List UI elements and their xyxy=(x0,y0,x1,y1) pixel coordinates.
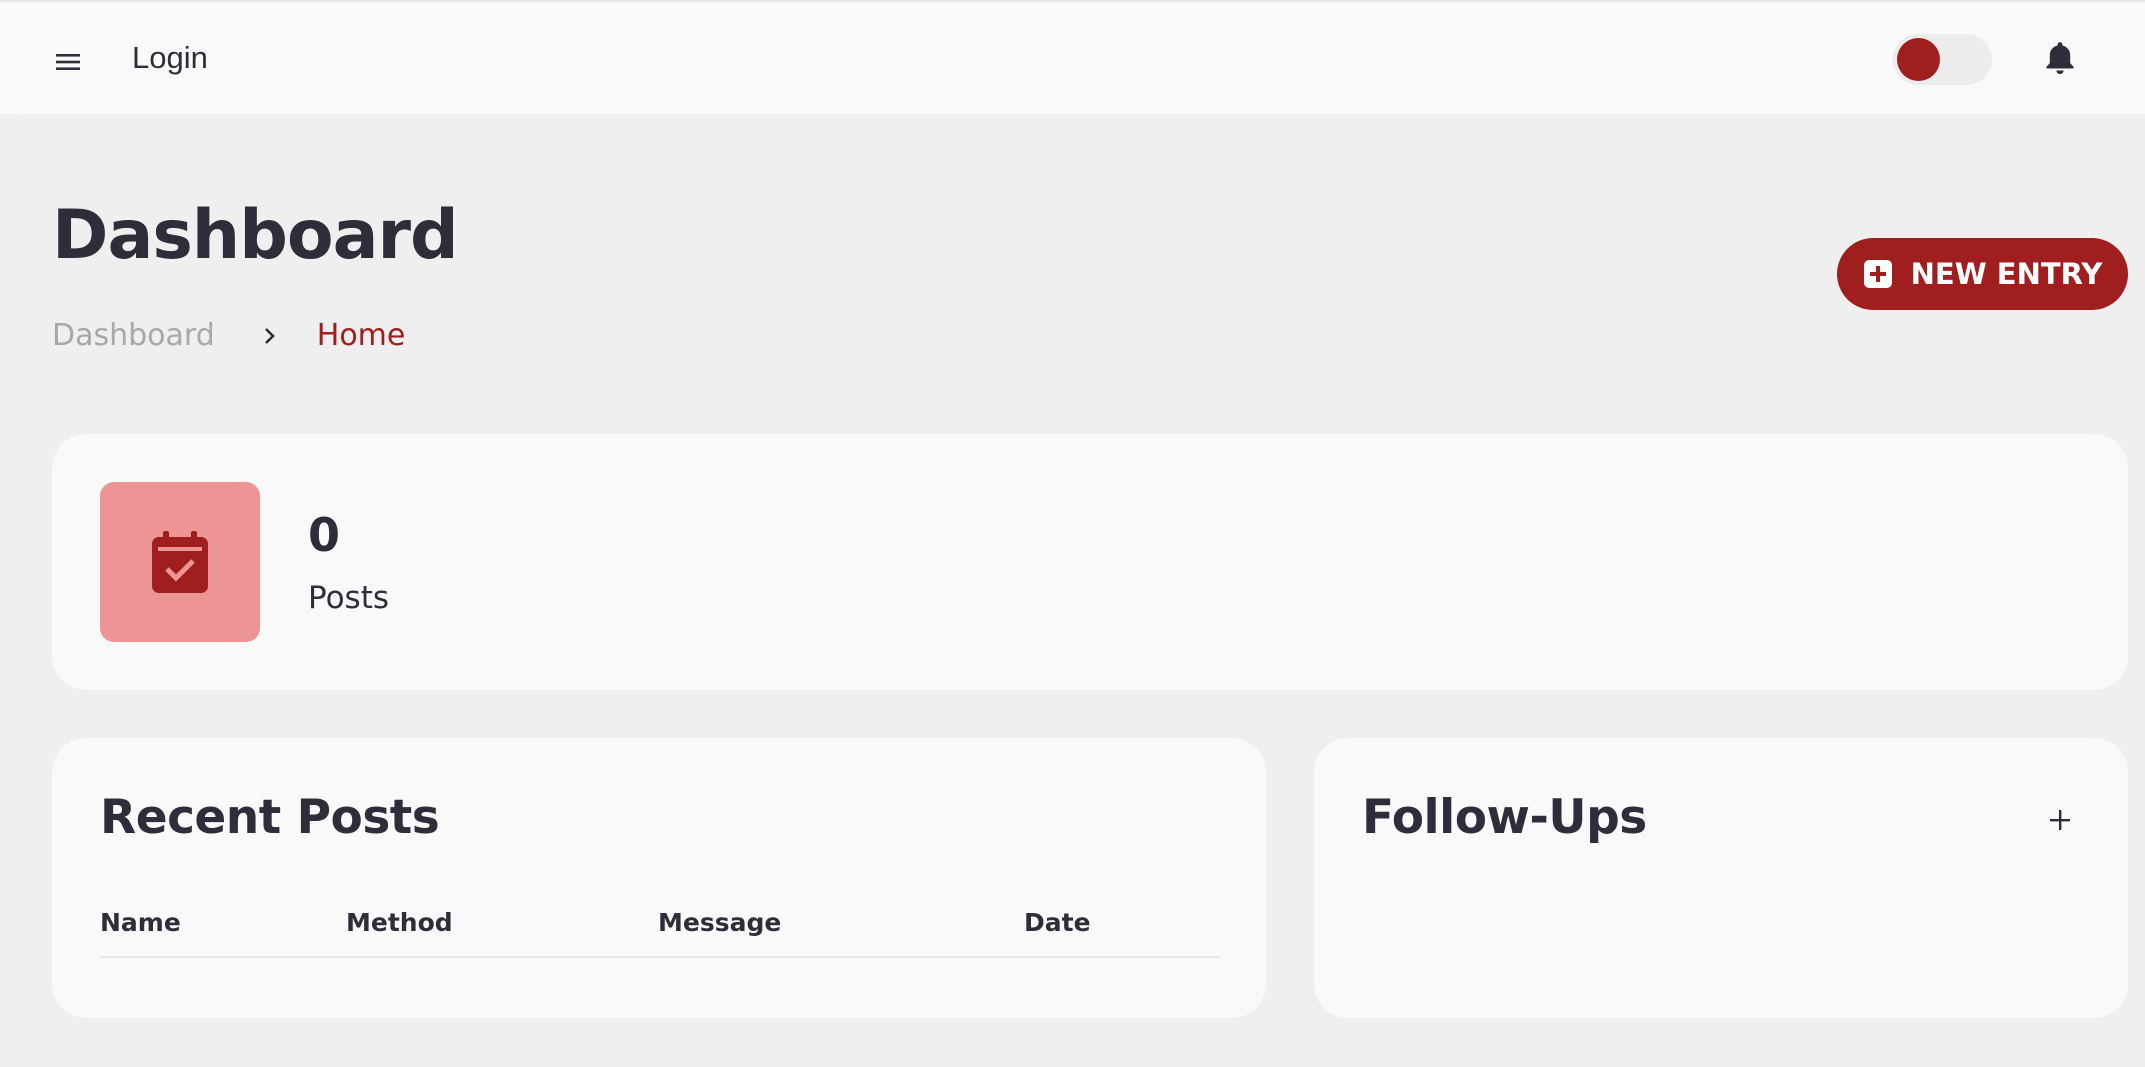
recent-posts-table-header: Name Method Message Date xyxy=(100,908,1220,958)
recent-posts-card: Recent Posts Name Method Message Date xyxy=(52,738,1266,1018)
top-bar: Login xyxy=(0,0,2145,114)
notifications-button[interactable] xyxy=(2042,38,2078,78)
add-follow-up-button[interactable] xyxy=(2042,802,2078,838)
plus-square-icon xyxy=(1863,260,1892,288)
breadcrumb-current: Home xyxy=(316,318,406,353)
bell-icon xyxy=(2046,42,2074,75)
recent-posts-title: Recent Posts xyxy=(100,790,440,845)
column-header-method[interactable]: Method xyxy=(346,908,453,937)
breadcrumb-separator xyxy=(263,326,277,346)
toggle-knob xyxy=(1897,38,1940,81)
theme-toggle[interactable] xyxy=(1893,34,1992,85)
follow-ups-title: Follow-Ups xyxy=(1362,790,1647,845)
plus-icon xyxy=(2050,810,2070,830)
column-header-message[interactable]: Message xyxy=(658,908,781,937)
login-link[interactable]: Login xyxy=(132,40,208,76)
follow-ups-card: Follow-Ups xyxy=(1314,738,2128,1018)
calendar-check-icon xyxy=(152,531,208,593)
chevron-right-icon xyxy=(264,327,275,344)
posts-count: 0 xyxy=(308,508,341,562)
posts-stat-card: 0 Posts xyxy=(52,434,2128,690)
breadcrumb: Dashboard Home xyxy=(52,318,405,353)
new-entry-label: NEW ENTRY xyxy=(1910,257,2103,291)
menu-button[interactable] xyxy=(48,42,88,82)
stat-icon-box xyxy=(100,482,260,642)
page-title: Dashboard xyxy=(52,196,459,275)
breadcrumb-root-link[interactable]: Dashboard xyxy=(52,318,215,353)
column-header-date[interactable]: Date xyxy=(1024,908,1091,937)
hamburger-menu-icon xyxy=(56,54,80,70)
posts-label: Posts xyxy=(308,580,390,616)
new-entry-button[interactable]: NEW ENTRY xyxy=(1837,238,2128,310)
column-header-name[interactable]: Name xyxy=(100,908,181,937)
